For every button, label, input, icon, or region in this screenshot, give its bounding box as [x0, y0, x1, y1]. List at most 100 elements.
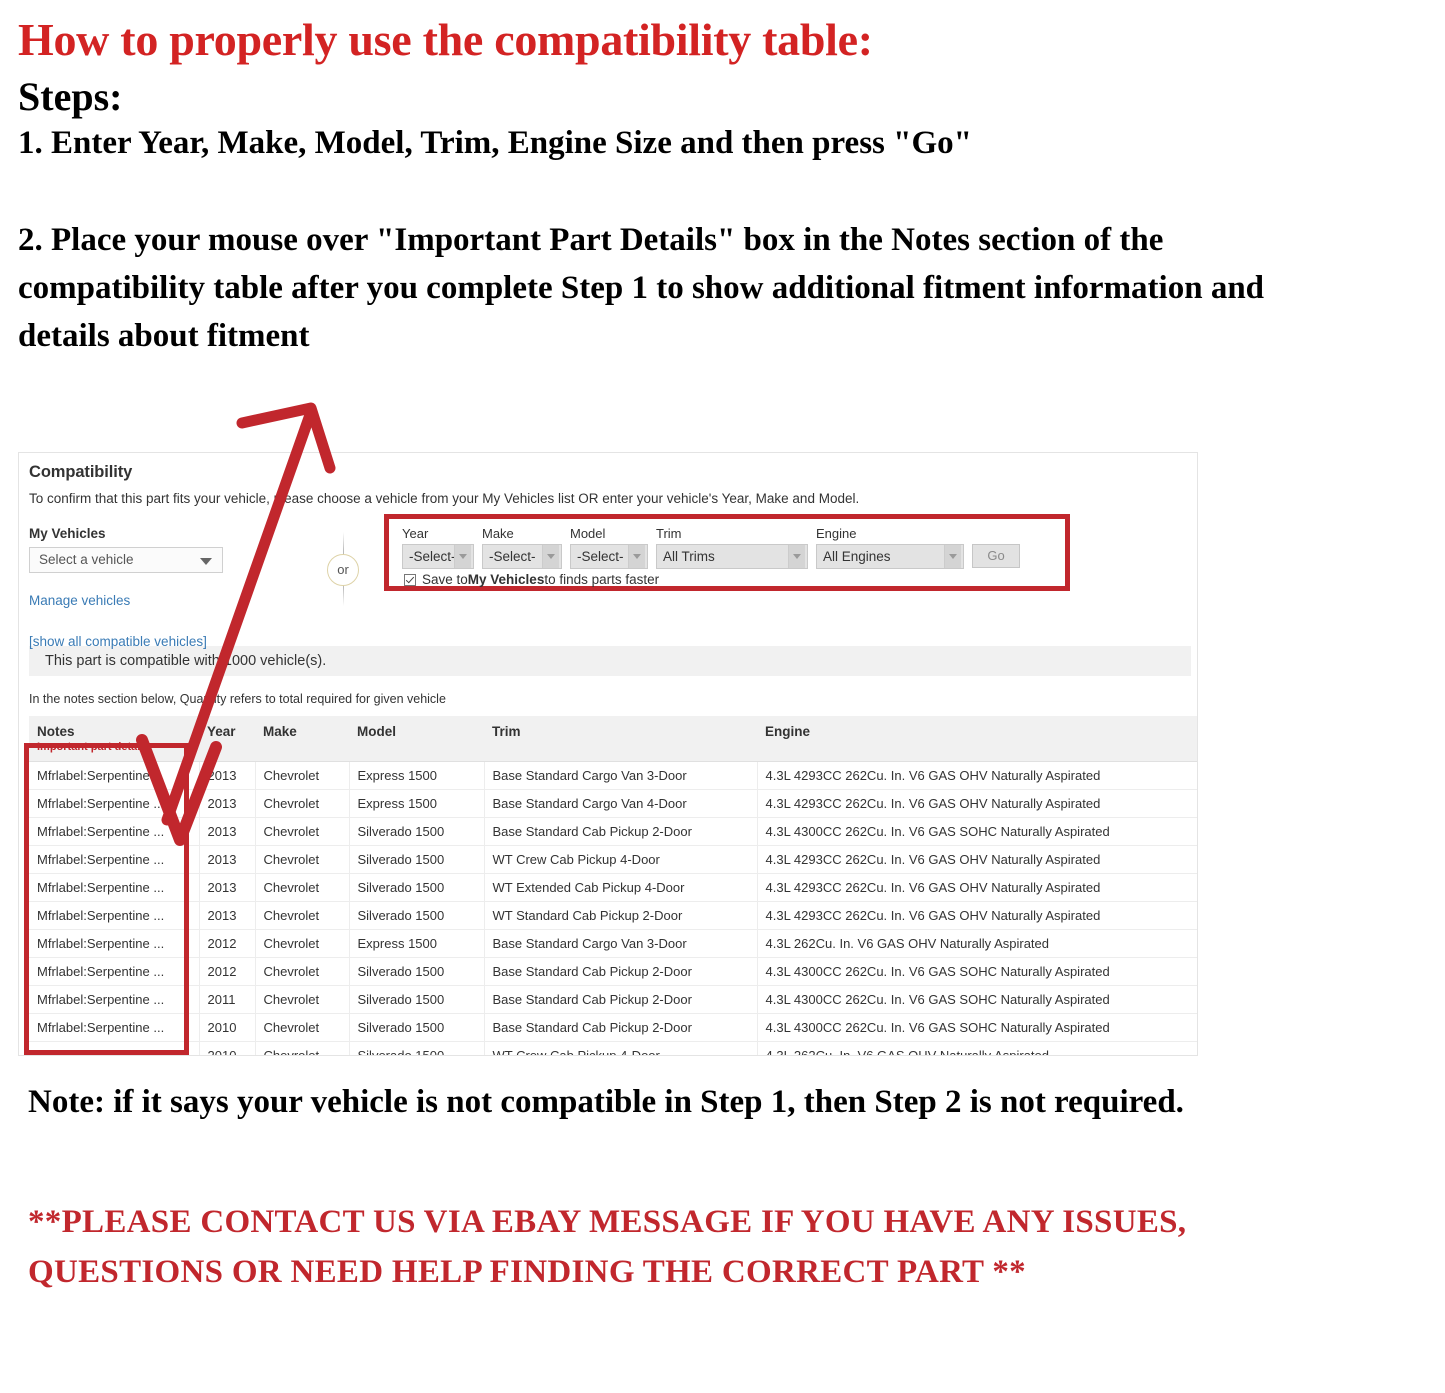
- cell-model: Silverado 1500: [349, 901, 485, 930]
- year-select[interactable]: -Select-: [402, 544, 474, 569]
- cell-model: Silverado 1500: [349, 845, 485, 874]
- trim-select[interactable]: All Trims: [656, 544, 808, 569]
- save-bold: My Vehicles: [467, 572, 545, 587]
- cell-notes[interactable]: Mfrlabel:Serpentine ...: [29, 817, 200, 846]
- cell-trim: WT Crew Cab Pickup 4-Door: [484, 845, 758, 874]
- engine-select[interactable]: All Engines: [816, 544, 964, 569]
- compatibility-heading: Compatibility: [29, 463, 133, 481]
- cell-year: 2013: [199, 789, 256, 818]
- cell-notes[interactable]: Mfrlabel:Serpentine ...: [29, 1041, 200, 1055]
- make-select-value: -Select-: [489, 549, 536, 564]
- table-row: Mfrlabel:Serpentine ... 2013 Chevrolet Silv…: [29, 873, 1197, 902]
- table-header-row: Notes Important part details Year Make M…: [29, 716, 1197, 762]
- compatibility-panel: Compatibility To confirm that this part …: [18, 452, 1198, 1056]
- cell-make: Chevrolet: [255, 985, 350, 1014]
- year-label: Year: [402, 526, 429, 541]
- cell-make: Chevrolet: [255, 817, 350, 846]
- step-2-text: 2. Place your mouse over "Important Part…: [18, 222, 1265, 354]
- chevron-down-icon: [200, 558, 212, 565]
- cell-make: Chevrolet: [255, 789, 350, 818]
- model-label: Model: [570, 526, 606, 541]
- cell-make: Chevrolet: [255, 845, 350, 874]
- save-suffix: to finds parts faster: [544, 572, 660, 587]
- cell-notes[interactable]: Mfrlabel:Serpentine ...: [29, 789, 200, 818]
- engine-label: Engine: [816, 526, 857, 541]
- column-header-year[interactable]: Year: [199, 716, 255, 762]
- notes-quantity-hint: In the notes section below, Quantity ref…: [29, 692, 446, 706]
- cell-make: Chevrolet: [255, 1013, 350, 1042]
- make-select[interactable]: -Select-: [482, 544, 562, 569]
- cell-make: Chevrolet: [255, 901, 350, 930]
- cell-notes[interactable]: Mfrlabel:Serpentine ...: [29, 985, 200, 1014]
- save-to-my-vehicles-row[interactable]: Save to My Vehicles to finds parts faste…: [404, 572, 659, 587]
- cell-model: Silverado 1500: [349, 985, 485, 1014]
- cell-make: Chevrolet: [255, 929, 350, 958]
- important-part-details-label: Important part details: [37, 741, 150, 753]
- cell-engine: 4.3L 4293CC 262Cu. In. V6 GAS OHV Natura…: [757, 789, 1197, 818]
- cell-year: 2013: [199, 761, 256, 790]
- cell-year: 2012: [199, 957, 256, 986]
- column-header-make[interactable]: Make: [255, 716, 349, 762]
- ymme-fields: Year -Select- Make -Select- Model -Selec…: [402, 526, 1020, 569]
- cell-year: 2011: [199, 985, 256, 1014]
- trim-label: Trim: [656, 526, 682, 541]
- manage-vehicles-link[interactable]: Manage vehicles: [29, 593, 279, 608]
- cell-notes[interactable]: Mfrlabel:Serpentine ...: [29, 1013, 200, 1042]
- cell-engine: 4.3L 4293CC 262Cu. In. V6 GAS OHV Natura…: [757, 845, 1197, 874]
- cell-trim: WT Extended Cab Pickup 4-Door: [484, 873, 758, 902]
- save-checkbox[interactable]: [404, 573, 416, 586]
- cell-year: 2010: [199, 1041, 256, 1055]
- column-header-trim[interactable]: Trim: [484, 716, 757, 762]
- year-field: Year -Select-: [402, 526, 474, 569]
- cell-year: 2013: [199, 901, 256, 930]
- cell-notes[interactable]: Mfrlabel:Serpentine ...: [29, 901, 200, 930]
- fitment-table-body: Mfrlabel:Serpentine ... 2013 Chevrolet Expr…: [29, 761, 1197, 1055]
- table-row: Mfrlabel:Serpentine ... 2011 Chevrolet Silv…: [29, 985, 1197, 1014]
- cell-engine: 4.3L 4293CC 262Cu. In. V6 GAS OHV Natura…: [757, 873, 1197, 902]
- compatibility-subtext: To confirm that this part fits your vehi…: [29, 491, 860, 506]
- table-row: Mfrlabel:Serpentine ... 2013 Chevrolet Expr…: [29, 789, 1197, 818]
- cell-notes[interactable]: Mfrlabel:Serpentine ...: [29, 845, 200, 874]
- show-all-compatible-link[interactable]: [show all compatible vehicles]: [29, 634, 279, 649]
- footer-note: Note: if it says your vehicle is not com…: [28, 1084, 1184, 1120]
- model-field: Model -Select-: [570, 526, 648, 569]
- table-row: Mfrlabel:Serpentine ... 2010 Chevrolet Silv…: [29, 1013, 1197, 1042]
- step-1-text: 1. Enter Year, Make, Model, Trim, Engine…: [18, 124, 972, 161]
- cell-trim: Base Standard Cab Pickup 2-Door: [484, 817, 758, 846]
- engine-field: Engine All Engines: [816, 526, 964, 569]
- cell-notes[interactable]: Mfrlabel:Serpentine ...: [29, 761, 200, 790]
- my-vehicles-label: My Vehicles: [29, 526, 106, 541]
- model-select-value: -Select-: [577, 549, 624, 564]
- cell-notes[interactable]: Mfrlabel:Serpentine ...: [29, 873, 200, 902]
- cell-model: Silverado 1500: [349, 873, 485, 902]
- or-divider: or: [322, 532, 366, 606]
- cell-engine: 4.3L 4300CC 262Cu. In. V6 GAS SOHC Natur…: [757, 1013, 1197, 1042]
- chevron-down-icon: [454, 545, 471, 568]
- fitment-table: Notes Important part details Year Make M…: [29, 716, 1197, 1055]
- table-row: Mfrlabel:Serpentine ... 2013 Chevrolet Silv…: [29, 845, 1197, 874]
- cell-make: Chevrolet: [255, 873, 350, 902]
- model-select[interactable]: -Select-: [570, 544, 648, 569]
- cell-model: Silverado 1500: [349, 1013, 485, 1042]
- instructions-block: How to properly use the compatibility ta…: [18, 14, 1418, 361]
- cell-trim: WT Crew Cab Pickup 4-Door: [484, 1041, 758, 1055]
- my-vehicles-select[interactable]: Select a vehicle: [29, 547, 223, 573]
- column-header-notes[interactable]: Notes Important part details: [29, 716, 199, 762]
- save-prefix: Save to: [422, 572, 468, 587]
- page-title: How to properly use the compatibility ta…: [18, 14, 873, 65]
- cell-model: Silverado 1500: [349, 957, 485, 986]
- cell-trim: Base Standard Cargo Van 3-Door: [484, 929, 758, 958]
- go-button[interactable]: Go: [972, 544, 1020, 568]
- column-header-engine[interactable]: Engine: [757, 716, 1197, 762]
- cell-trim: WT Standard Cab Pickup 2-Door: [484, 901, 758, 930]
- cell-notes[interactable]: Mfrlabel:Serpentine ...: [29, 929, 200, 958]
- column-header-model[interactable]: Model: [349, 716, 484, 762]
- cell-notes[interactable]: Mfrlabel:Serpentine ...: [29, 957, 200, 986]
- trim-select-value: All Trims: [663, 549, 715, 564]
- chevron-down-icon: [628, 545, 645, 568]
- column-header-notes-label: Notes: [37, 724, 75, 739]
- cell-year: 2013: [199, 845, 256, 874]
- trim-field: Trim All Trims: [656, 526, 808, 569]
- compatible-count-banner: This part is compatible with 1000 vehicl…: [29, 646, 1191, 676]
- table-row: Mfrlabel:Serpentine ... 2010 Chevrolet Silv…: [29, 1041, 1197, 1055]
